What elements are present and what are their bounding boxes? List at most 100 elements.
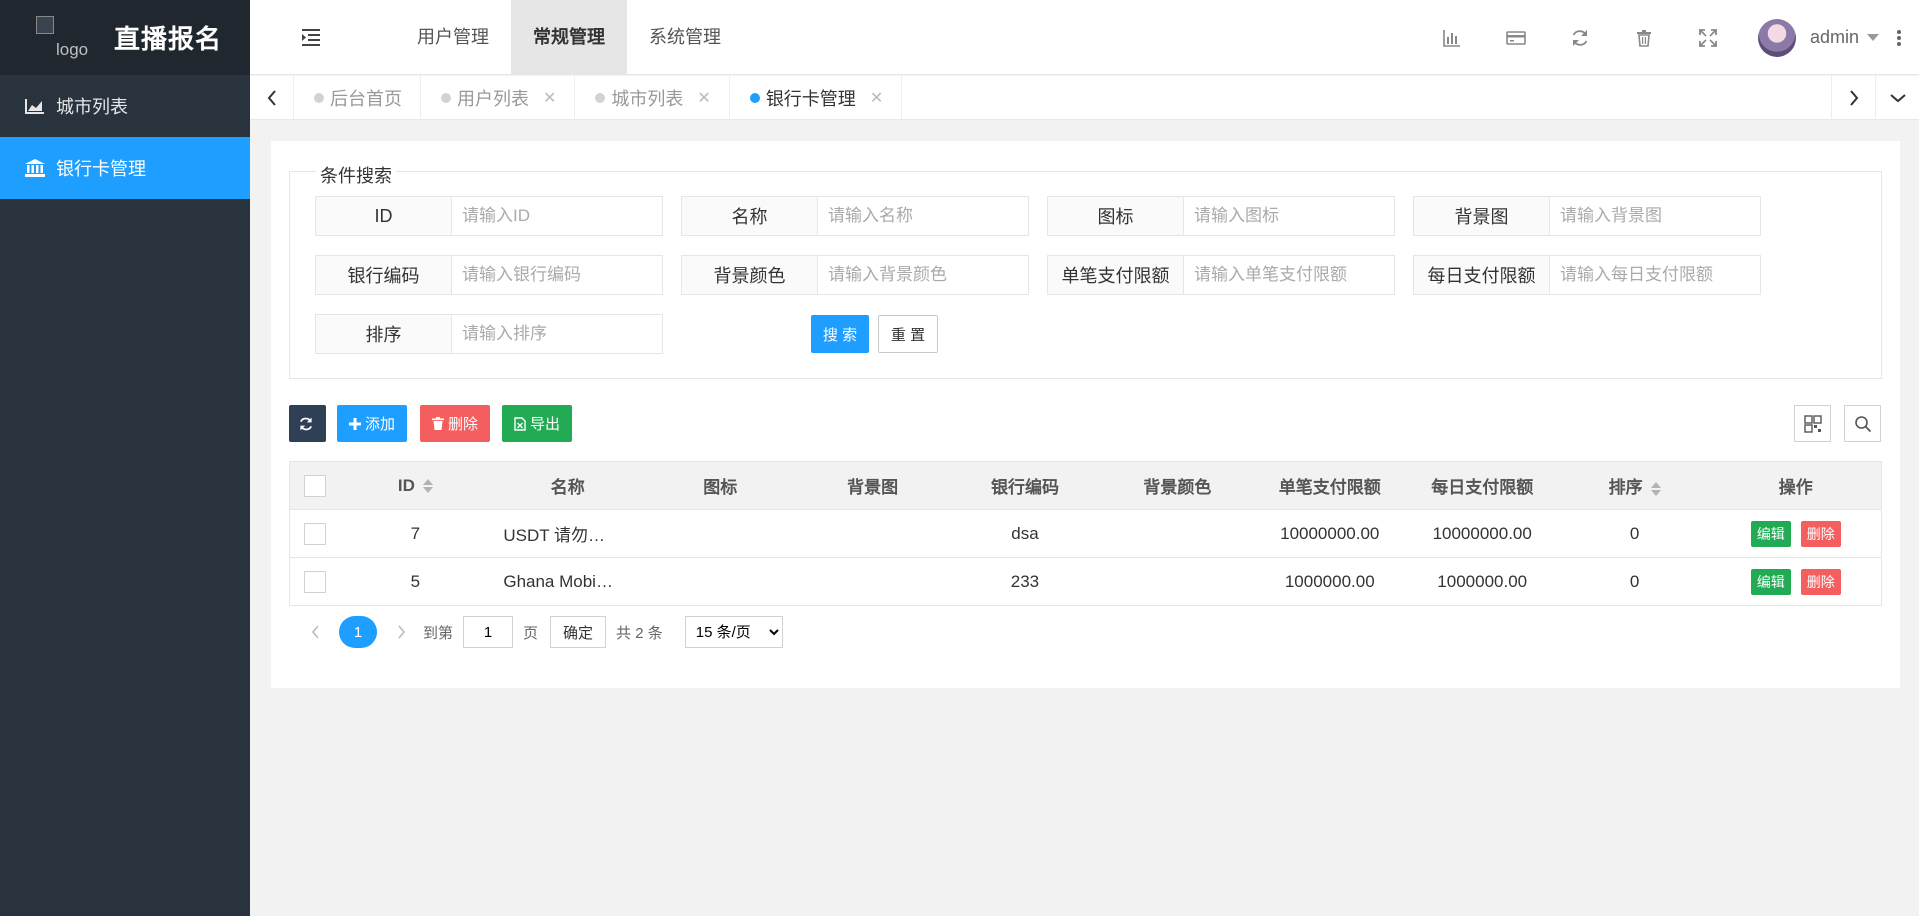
column-header-bg-image: 背景图 (796, 461, 950, 510)
cell-id: 5 (339, 557, 492, 606)
current-page[interactable]: 1 (339, 616, 377, 648)
goto-page-input[interactable] (463, 616, 514, 648)
cell-bg-image (796, 509, 950, 558)
batch-delete-button[interactable]: 删除 (420, 405, 491, 442)
select-all-cell (289, 461, 340, 510)
edit-button[interactable]: 编辑 (1750, 568, 1791, 595)
tab-user-list[interactable]: 用户列表 ✕ (421, 76, 576, 120)
delete-button[interactable]: 删除 (1800, 520, 1841, 547)
search-icon[interactable] (1844, 405, 1881, 442)
tab-home[interactable]: 后台首页 (294, 76, 421, 120)
sidebar-item-city-list[interactable]: 城市列表 (0, 75, 250, 137)
tab-bank-card[interactable]: 银行卡管理 ✕ (730, 76, 903, 120)
cell-single-limit: 1000000.00 (1253, 557, 1406, 606)
tab-city-list[interactable]: 城市列表 ✕ (575, 76, 730, 120)
id-input[interactable] (452, 197, 662, 235)
tab-scroll-left-icon[interactable] (250, 76, 294, 120)
row-checkbox[interactable] (303, 522, 326, 545)
column-filter-icon[interactable] (1794, 405, 1831, 442)
bg-image-input[interactable] (1550, 197, 1760, 235)
total-count: 共 2 条 (616, 624, 663, 642)
reset-button[interactable]: 重 置 (878, 315, 938, 353)
next-page-icon[interactable] (389, 625, 413, 639)
export-button[interactable]: 导出 (502, 405, 573, 442)
export-button-label: 导出 (530, 416, 561, 433)
search-button[interactable]: 搜 索 (811, 315, 869, 353)
cell-sort: 0 (1558, 509, 1711, 558)
cell-bank-code: 233 (949, 557, 1101, 606)
page-tabs: 后台首页 用户列表 ✕ 城市列表 ✕ 银行卡管理 ✕ (294, 76, 903, 120)
close-icon[interactable]: ✕ (697, 88, 710, 108)
cell-icon (644, 557, 797, 606)
broken-image-icon (36, 15, 54, 34)
excel-file-icon (514, 416, 526, 431)
add-button[interactable]: 添加 (337, 405, 408, 442)
table-refresh-button[interactable] (289, 405, 326, 442)
cell-bg-image (796, 557, 950, 606)
sort-input[interactable] (452, 315, 662, 353)
field-icon: 图标 (1047, 196, 1395, 236)
close-icon[interactable]: ✕ (870, 88, 883, 108)
delete-button-label: 删除 (448, 416, 479, 433)
bank-card-table: ID 名称 图标 背景图 银行编码 背景颜色 单笔支付限额 每日支付限额 排序 … (289, 461, 1882, 606)
column-header-actions: 操作 (1710, 461, 1882, 510)
nav-general-management[interactable]: 常规管理 (511, 0, 627, 75)
column-header-sort[interactable]: 排序 (1558, 461, 1711, 510)
field-label: 银行编码 (316, 256, 452, 294)
bank-icon (24, 159, 46, 177)
goto-confirm-button[interactable]: 确定 (550, 616, 607, 648)
trash-icon (432, 417, 444, 430)
fullscreen-icon[interactable] (1676, 0, 1740, 75)
table-row: 7 USDT 请勿… dsa 10000000.00 10000000.00 0… (289, 509, 1882, 558)
sidebar-item-bank-card[interactable]: 银行卡管理 (0, 137, 250, 199)
cell-single-limit: 10000000.00 (1253, 509, 1406, 558)
edit-button[interactable]: 编辑 (1750, 520, 1791, 547)
row-select-cell (289, 557, 340, 606)
sidebar-item-label: 银行卡管理 (56, 159, 146, 179)
nav-system-management[interactable]: 系统管理 (627, 0, 743, 75)
field-label: 背景图 (1414, 197, 1550, 235)
prev-page-icon[interactable] (303, 625, 327, 639)
single-limit-input[interactable] (1184, 256, 1394, 294)
main-panel: 条件搜索 ID 名称 图标 背景图 银行编码 背景颜色 单笔支付限额 (271, 141, 1900, 688)
field-daily-limit: 每日支付限额 (1413, 255, 1761, 295)
icon-input[interactable] (1184, 197, 1394, 235)
sort-icon[interactable] (422, 479, 433, 494)
page-size-select[interactable]: 15 条/页 (684, 616, 783, 648)
select-all-checkbox[interactable] (303, 474, 326, 497)
bar-chart-icon[interactable] (1420, 0, 1484, 75)
header-tools: admin (1420, 0, 1919, 75)
delete-button[interactable]: 删除 (1800, 568, 1841, 595)
name-input[interactable] (818, 197, 1028, 235)
refresh-icon[interactable] (1548, 0, 1612, 75)
tab-scroll-right-icon[interactable] (1831, 76, 1875, 120)
cell-bank-code: dsa (949, 509, 1101, 558)
cell-daily-limit: 10000000.00 (1405, 509, 1559, 558)
more-vertical-icon[interactable] (1879, 0, 1919, 75)
bg-color-input[interactable] (818, 256, 1028, 294)
column-header-id[interactable]: ID (339, 461, 492, 510)
tab-menu-chevron-down-icon[interactable] (1875, 76, 1919, 120)
field-id: ID (315, 196, 663, 236)
tab-label: 后台首页 (330, 89, 402, 109)
nav-user-management[interactable]: 用户管理 (395, 0, 511, 75)
cell-sort: 0 (1558, 557, 1711, 606)
field-label: 背景颜色 (682, 256, 818, 294)
bank-code-input[interactable] (452, 256, 662, 294)
app-title: 直播报名 (114, 24, 223, 54)
column-header-name: 名称 (491, 461, 645, 510)
sort-icon[interactable] (1650, 481, 1661, 496)
row-checkbox[interactable] (303, 570, 326, 593)
close-icon[interactable]: ✕ (543, 88, 556, 108)
credit-card-icon[interactable] (1484, 0, 1548, 75)
column-header-bank-code: 银行编码 (949, 461, 1101, 510)
plus-icon (349, 417, 361, 430)
table-header-row: ID 名称 图标 背景图 银行编码 背景颜色 单笔支付限额 每日支付限额 排序 … (289, 461, 1882, 510)
field-label: 图标 (1048, 197, 1184, 235)
goto-suffix: 页 (523, 624, 539, 642)
daily-limit-input[interactable] (1550, 256, 1760, 294)
user-menu[interactable]: admin (1757, 18, 1879, 57)
menu-toggle-icon[interactable] (302, 28, 322, 46)
trash-icon[interactable] (1612, 0, 1676, 75)
cell-id: 7 (339, 509, 492, 558)
